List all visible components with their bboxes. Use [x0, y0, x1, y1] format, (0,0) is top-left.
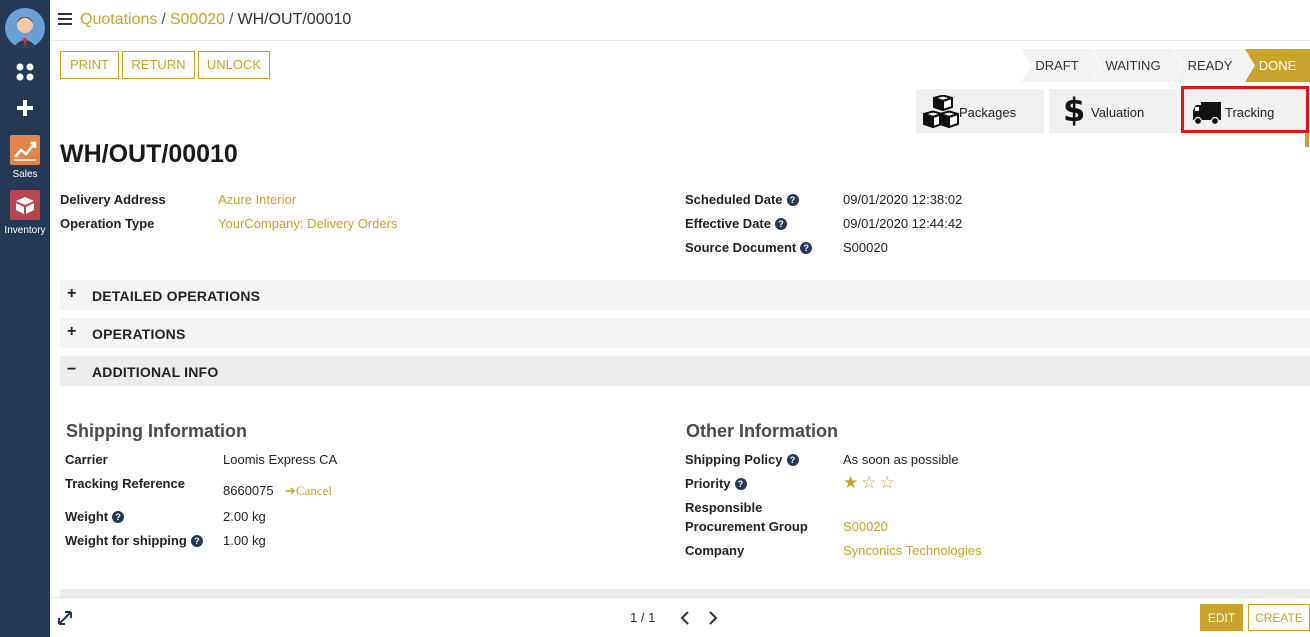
status-waiting[interactable]: WAITING	[1092, 49, 1182, 82]
company-value[interactable]: Synconics Technologies	[843, 543, 982, 558]
help-icon[interactable]: ?	[774, 218, 787, 230]
status-done-label: DONE	[1258, 58, 1297, 73]
help-icon[interactable]: ?	[786, 454, 799, 466]
arrow-right-icon: ➔	[285, 483, 296, 498]
create-button[interactable]: CREATE	[1248, 604, 1310, 631]
help-icon[interactable]: ?	[786, 194, 799, 206]
valuation-button[interactable]: $ Valuation	[1049, 89, 1177, 133]
tracking-reference-label: Tracking Reference	[65, 476, 185, 491]
expand-plus-icon: +	[67, 323, 77, 340]
shipping-info-heading: Shipping Information	[66, 421, 247, 441]
help-icon[interactable]: ?	[734, 478, 747, 490]
pager-value[interactable]: 1 / 1	[630, 610, 655, 625]
record-title: WH/OUT/00010	[60, 140, 238, 168]
sales-chart-icon[interactable]	[10, 135, 40, 165]
other-info-heading: Other Information	[686, 421, 838, 441]
section-detailed-operations[interactable]: + DETAILED OPERATIONS	[60, 280, 1310, 310]
star-filled-icon[interactable]: ★	[843, 473, 861, 492]
valuation-label: Valuation	[1091, 105, 1145, 120]
section-operations[interactable]: + OPERATIONS	[60, 318, 1310, 348]
procurement-group-value[interactable]: S00020	[843, 519, 888, 534]
responsible-label: Responsible	[685, 500, 763, 515]
return-button[interactable]: RETURN	[122, 51, 195, 79]
section-detailed-operations-title: DETAILED OPERATIONS	[92, 288, 261, 304]
weight-for-shipping-value: 1.00 kg	[223, 533, 266, 548]
cubes-icon	[923, 95, 959, 128]
chevron-left-icon[interactable]	[680, 611, 690, 625]
weight-for-shipping-label: Weight for shipping?	[65, 533, 203, 548]
status-ready-label: READY	[1187, 58, 1233, 73]
accent-marker	[1305, 133, 1309, 147]
chevron-right-icon[interactable]	[708, 611, 718, 625]
scheduled-date-label: Scheduled Date?	[685, 192, 799, 207]
packages-button[interactable]: Packages	[916, 89, 1044, 133]
delivery-address-value[interactable]: Azure Interior	[218, 192, 296, 207]
scheduled-date-value: 09/01/2020 12:38:02	[843, 192, 963, 207]
tracking-highlight-box	[1181, 86, 1309, 133]
status-ready[interactable]: READY	[1173, 49, 1255, 82]
effective-date-value: 09/01/2020 12:44:42	[843, 216, 963, 231]
section-additional-info-title: ADDITIONAL INFO	[92, 364, 219, 380]
status-draft-label: DRAFT	[1035, 58, 1079, 73]
inventory-box-icon[interactable]	[10, 190, 40, 220]
source-document-label: Source Document?	[685, 240, 813, 255]
weight-label: Weight?	[65, 509, 125, 524]
collapse-minus-icon: −	[67, 361, 77, 378]
operation-type-value[interactable]: YourCompany: Delivery Orders	[218, 216, 397, 231]
section-additional-info[interactable]: − ADDITIONAL INFO	[60, 356, 1310, 386]
procurement-group-label: Procurement Group	[685, 519, 808, 534]
hamburger-menu-icon[interactable]	[58, 13, 72, 25]
breadcrumb-sale-order[interactable]: S00020	[170, 11, 225, 28]
edit-button[interactable]: EDIT	[1200, 604, 1243, 631]
tracking-reference-value: 8660075	[223, 483, 274, 498]
unlock-button[interactable]: UNLOCK	[198, 51, 270, 79]
help-icon[interactable]: ?	[800, 242, 813, 254]
expand-arrows-icon[interactable]	[58, 611, 72, 625]
cancel-tracking-link[interactable]: ➔Cancel	[285, 483, 332, 499]
top-bar: Quotations / S00020/WH/OUT/00010	[50, 0, 1310, 41]
carrier-value: Loomis Express CA	[223, 452, 338, 467]
breadcrumb: Quotations / S00020/WH/OUT/00010	[80, 11, 352, 28]
operation-type-label: Operation Type	[60, 216, 155, 231]
breadcrumb-current: WH/OUT/00010	[237, 11, 352, 28]
shipping-policy-label: Shipping Policy?	[685, 452, 799, 467]
footer-bar: 1 / 1	[50, 597, 1310, 637]
status-waiting-label: WAITING	[1105, 58, 1161, 73]
weight-value: 2.00 kg	[223, 509, 266, 524]
sidebar-app-sales[interactable]: Sales	[0, 169, 50, 180]
star-empty-icon[interactable]: ☆	[861, 473, 879, 492]
shipping-policy-value: As soon as possible	[843, 452, 959, 467]
priority-stars[interactable]: ★☆☆	[843, 473, 898, 493]
user-avatar[interactable]	[5, 8, 45, 48]
expand-plus-icon: +	[67, 285, 77, 302]
app-sidebar: Sales Inventory	[0, 0, 50, 637]
breadcrumb-quotations[interactable]: Quotations	[80, 11, 157, 28]
status-draft[interactable]: DRAFT	[1021, 49, 1101, 82]
section-operations-title: OPERATIONS	[92, 326, 186, 342]
star-empty-icon[interactable]: ☆	[880, 473, 898, 492]
packages-label: Packages	[959, 105, 1017, 120]
status-done[interactable]: DONE	[1245, 49, 1310, 82]
effective-date-label: Effective Date?	[685, 216, 787, 231]
help-icon[interactable]: ?	[112, 511, 125, 523]
source-document-value: S00020	[843, 240, 888, 255]
section-divider	[60, 589, 1310, 597]
carrier-label: Carrier	[65, 452, 108, 467]
delivery-address-label: Delivery Address	[60, 192, 166, 207]
print-button[interactable]: PRINT	[60, 51, 119, 79]
sidebar-app-inventory[interactable]: Inventory	[0, 225, 50, 236]
priority-label: Priority?	[685, 476, 747, 491]
help-icon[interactable]: ?	[190, 535, 203, 547]
company-label: Company	[685, 543, 745, 558]
dollar-icon: $	[1063, 91, 1086, 129]
plus-icon[interactable]	[0, 100, 50, 119]
apps-grid-icon[interactable]	[0, 62, 50, 85]
